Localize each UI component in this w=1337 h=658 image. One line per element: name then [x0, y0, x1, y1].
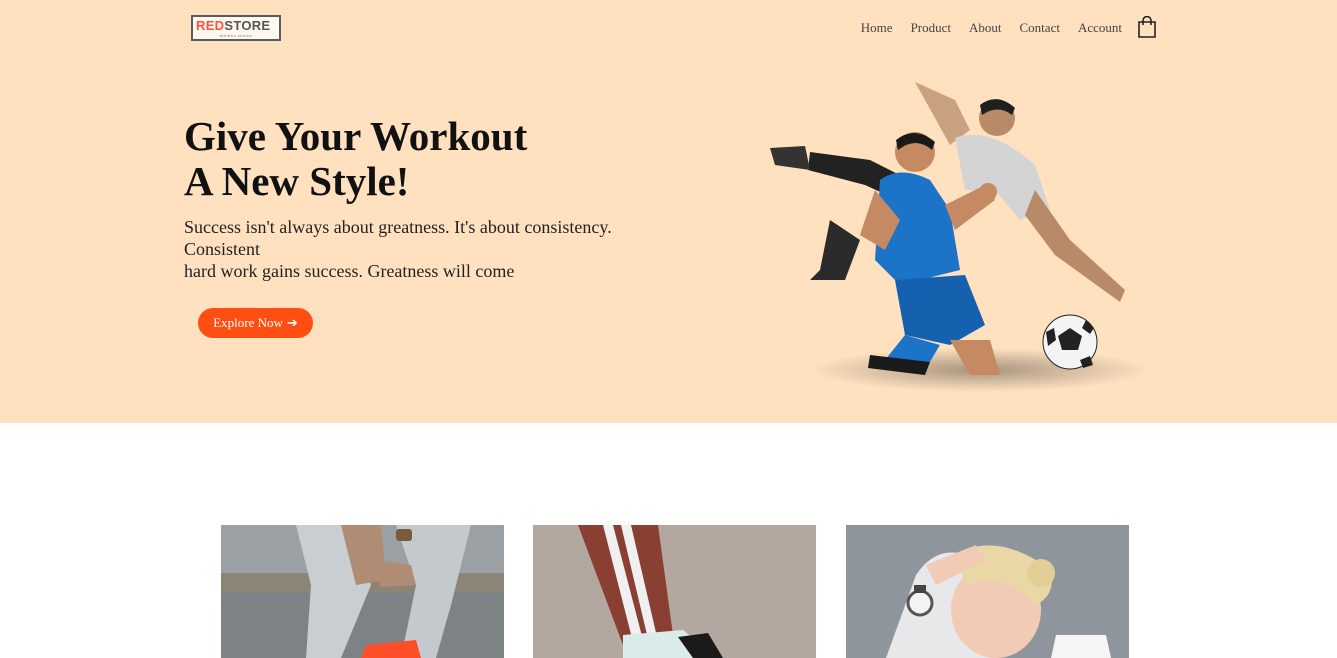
logo-tagline: athletic choice	[219, 33, 253, 38]
menu-item-about[interactable]: About	[969, 20, 1002, 36]
hero-title-line-1: Give Your Workout	[184, 113, 528, 159]
hero-description-line-3: hard work gains success. Greatness will …	[184, 261, 515, 281]
logo-dark-text: STORE	[224, 18, 271, 33]
menu-item-contact[interactable]: Contact	[1020, 20, 1060, 36]
explore-now-label: Explore Now	[213, 315, 283, 330]
menu-item-account[interactable]: Account	[1078, 20, 1122, 36]
menu-item-home[interactable]: Home	[861, 20, 893, 36]
header: REDSTORE athletic choice Home Product Ab…	[0, 0, 1337, 423]
main-menu: Home Product About Contact Account	[861, 20, 1122, 36]
hero-title-line-2: A New Style!	[184, 158, 410, 204]
hero-description-line-1: Success isn't always about greatness. It…	[184, 217, 612, 237]
hero-title: Give Your Workout A New Style!	[184, 114, 604, 204]
category-image-track-pants-shoe[interactable]	[533, 525, 816, 658]
hero-description: Success isn't always about greatness. It…	[184, 216, 644, 282]
logo-text: REDSTORE	[196, 19, 270, 33]
logo[interactable]: REDSTORE athletic choice	[191, 15, 281, 41]
shopping-bag-icon[interactable]	[1137, 15, 1157, 39]
arrow-right-icon: ➔	[286, 315, 298, 330]
logo-red-text: RED	[196, 18, 225, 33]
hero-description-line-2: Consistent	[184, 239, 261, 259]
navbar: REDSTORE athletic choice Home Product Ab…	[0, 0, 1337, 58]
category-gallery	[0, 525, 1337, 658]
category-image-smartwatch-woman[interactable]	[846, 525, 1129, 658]
hero-image-soccer-players	[750, 70, 1170, 400]
category-image-jeans-sneakers[interactable]	[221, 525, 504, 658]
explore-now-button[interactable]: Explore Now ➔	[198, 308, 313, 338]
menu-item-product[interactable]: Product	[911, 20, 951, 36]
